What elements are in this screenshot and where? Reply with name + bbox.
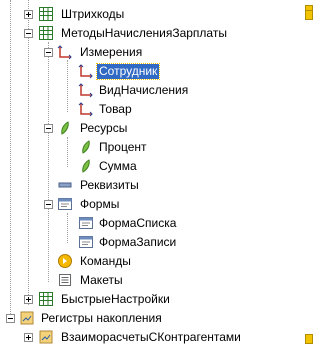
tree-item-shtrihkody[interactable]: Штрихкоды [0, 5, 315, 24]
tree-item-rekvizity[interactable]: Реквизиты [0, 176, 315, 195]
tree-item-vidnachisleniya[interactable]: ВидНачисления [0, 81, 315, 100]
tree-item-summa[interactable]: Сумма [0, 157, 315, 176]
tree-item-label: ФормаСписка [99, 216, 177, 230]
collapse-minus-icon[interactable] [44, 200, 53, 209]
tree-item-label: Реквизиты [80, 178, 139, 192]
dimension-axis-icon [78, 82, 94, 98]
tree-item-izmereniya[interactable]: Измерения [0, 43, 315, 62]
object-marker-icon [305, 333, 313, 344]
expand-plus-icon[interactable] [24, 295, 33, 304]
forms-icon [57, 196, 73, 212]
information-register-icon [38, 291, 54, 307]
tree-item-label: Сумма [99, 159, 137, 173]
tree-item-label: Команды [80, 254, 131, 268]
tree-item-label: ФормаЗаписи [99, 235, 177, 249]
tree-item-formaspiska[interactable]: ФормаСписка [0, 214, 315, 233]
tree-item-label: Ресурсы [80, 121, 128, 135]
tree-item-label: Регистры накопления [41, 311, 162, 325]
dimension-axis-icon [78, 101, 94, 117]
tree-item-registry[interactable]: Регистры накопления [0, 309, 315, 328]
collapse-minus-icon[interactable] [44, 124, 53, 133]
tree-item-label: Макеты [80, 273, 123, 287]
tree-item-label: МетодыНачисленияЗарплаты [61, 26, 227, 40]
object-marker-icon [305, 9, 313, 20]
tree-item-label: Товар [99, 102, 132, 116]
dimension-axis-icon [78, 63, 94, 79]
tree-item-komandy[interactable]: Команды [0, 252, 315, 271]
collapse-minus-icon[interactable] [6, 314, 15, 323]
tree-item-label: Штрихкоды [61, 7, 125, 21]
collapse-minus-icon[interactable] [44, 48, 53, 57]
information-register-icon [38, 6, 54, 22]
expand-plus-icon[interactable] [24, 10, 33, 19]
commands-icon [57, 253, 73, 269]
resource-leaf-icon [78, 139, 94, 155]
tree-item-label: Процент [99, 140, 147, 154]
form-icon [78, 215, 94, 231]
form-icon [78, 234, 94, 250]
dimension-axis-icon [57, 44, 73, 60]
tree-item-label: Измерения [80, 45, 143, 59]
tree-item-formazapisi[interactable]: ФормаЗаписи [0, 233, 315, 252]
information-register-icon [38, 25, 54, 41]
tree-item-tovar[interactable]: Товар [0, 100, 315, 119]
tree-item-resursy[interactable]: Ресурсы [0, 119, 315, 138]
tree-item-makety[interactable]: Макеты [0, 271, 315, 290]
resource-leaf-icon [57, 120, 73, 136]
templates-icon [57, 272, 73, 288]
tree-item-label: БыстрыеНастройки [61, 292, 170, 306]
resource-leaf-icon [78, 158, 94, 174]
collapse-minus-icon[interactable] [24, 29, 33, 38]
accumulation-registers-icon [19, 310, 35, 326]
tree-item-sotrudnik[interactable]: Сотрудник [0, 62, 315, 81]
tree-item-procent[interactable]: Процент [0, 138, 315, 157]
attributes-icon [57, 177, 73, 193]
expand-plus-icon[interactable] [24, 333, 33, 342]
tree-item-metody[interactable]: МетодыНачисленияЗарплаты [0, 24, 315, 43]
tree-item-label: ВидНачисления [99, 83, 189, 97]
tree-item-label-selected: Сотрудник [95, 63, 161, 80]
tree-item-vzaimoraschety[interactable]: ВзаиморасчетыСКонтрагентами [0, 328, 315, 347]
tree-item-bystrye[interactable]: БыстрыеНастройки [0, 290, 315, 309]
metadata-tree: Штрихкоды МетодыНачисленияЗарплаты Измер… [0, 0, 315, 344]
tree-item-formy[interactable]: Формы [0, 195, 315, 214]
tree-item-label: Формы [80, 197, 120, 211]
